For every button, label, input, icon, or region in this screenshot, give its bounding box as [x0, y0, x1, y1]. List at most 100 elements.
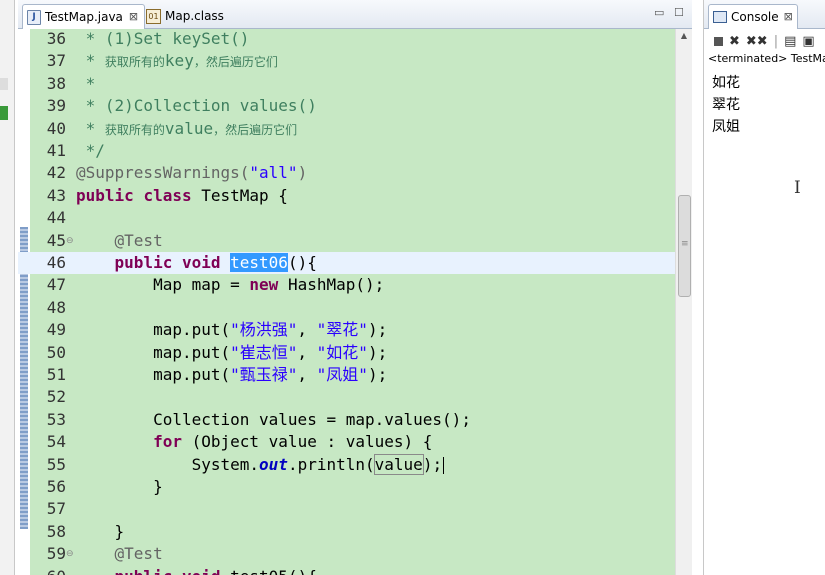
- code-text: @Test: [76, 230, 163, 252]
- toolbar-separator: |: [773, 33, 779, 49]
- code-line[interactable]: 60 public void test05(){: [18, 566, 692, 575]
- code-token: public: [114, 253, 173, 272]
- code-line[interactable]: 59 ⊖ @Test: [18, 543, 692, 565]
- code-line[interactable]: 40 * 获取所有的value，然后遍历它们: [18, 118, 692, 140]
- code-token: "甄玉禄": [230, 365, 298, 384]
- fold-toggle-icon[interactable]: ⊖: [66, 230, 74, 252]
- code-token: public: [115, 567, 173, 575]
- code-line[interactable]: 54 for (Object value : values) {: [18, 431, 692, 453]
- code-line[interactable]: 51 map.put("甄玉禄", "凤姐");: [18, 364, 692, 386]
- code-line[interactable]: 47 Map map = new HashMap();: [18, 274, 692, 296]
- scroll-grip-icon: ≡: [681, 239, 689, 249]
- code-line[interactable]: 52: [18, 386, 692, 408]
- line-number: 59: [46, 544, 66, 564]
- code-text: * 获取所有的key，然后遍历它们: [76, 50, 278, 73]
- terminate-icon[interactable]: [714, 36, 723, 46]
- code-line[interactable]: 37 * 获取所有的key，然后遍历它们: [18, 50, 692, 72]
- code-token: map.put(: [76, 342, 231, 362]
- pin-console-icon[interactable]: ▣: [802, 34, 814, 49]
- code-text: * (1)Set keySet(): [76, 29, 250, 50]
- code-line[interactable]: 58 }: [18, 521, 692, 543]
- code-token: * (2)Collection values(): [76, 96, 317, 116]
- code-token: ,: [297, 342, 317, 362]
- code-token: "杨洪强": [230, 320, 298, 340]
- console-toolbar: ✖ ✖✖ | ▤ ▣: [714, 32, 815, 50]
- code-line[interactable]: 56 }: [18, 476, 692, 498]
- code-text: * (2)Collection values(): [76, 95, 317, 117]
- code-line[interactable]: 48: [18, 297, 692, 319]
- console-output-line: 如花: [712, 75, 740, 91]
- code-token: );: [367, 342, 388, 362]
- editor-tabbar: J TestMap.java ⊠ 01 Map.class ▭ ☐: [18, 0, 692, 29]
- line-number: 50: [46, 342, 66, 362]
- code-area[interactable]: 36 * (1)Set keySet() 37 * 获取所有的key，然后遍历它们…: [18, 29, 692, 575]
- tab-map-class[interactable]: 01 Map.class: [146, 4, 224, 28]
- tab-testmap-java[interactable]: J TestMap.java ⊠: [22, 4, 146, 29]
- code-text: }: [76, 521, 125, 543]
- mouse-cursor-ibeam-icon: I: [794, 178, 801, 198]
- code-token: map: [191, 275, 221, 295]
- code-token: test05(){: [221, 567, 317, 575]
- code-token: Collection values = map.values();: [76, 409, 471, 429]
- close-tab-icon[interactable]: ⊠: [129, 5, 138, 29]
- code-line[interactable]: 49 map.put("杨洪强", "翠花");: [18, 319, 692, 341]
- code-token: value: [164, 118, 214, 138]
- code-text: }: [76, 476, 163, 498]
- line-number: 41: [46, 141, 66, 160]
- code-token: * (1)Set keySet(): [76, 29, 250, 48]
- code-token: );: [367, 365, 388, 384]
- left-strip-marker: [0, 78, 8, 90]
- code-token: "all": [249, 163, 298, 183]
- tab-console[interactable]: Console ⊠: [708, 4, 798, 29]
- vertical-scrollbar[interactable]: ▲ ≡: [675, 29, 692, 575]
- code-line[interactable]: 38 *: [18, 73, 692, 95]
- code-text: @SuppressWarnings("all"): [76, 162, 307, 184]
- code-line[interactable]: 46 public void test06(){: [18, 252, 692, 275]
- code-token: (Object value : values) {: [181, 432, 433, 452]
- code-token: "如花": [316, 342, 368, 362]
- code-token: "崔志恒": [230, 342, 298, 362]
- code-line[interactable]: 44: [18, 207, 692, 229]
- code-token: =: [220, 275, 250, 295]
- maximize-icon[interactable]: ☐: [674, 6, 684, 19]
- code-text: System.out.println(value);: [76, 453, 445, 476]
- code-line[interactable]: 45 ⊖ @Test: [18, 230, 692, 252]
- code-token: TestMap {: [191, 185, 288, 205]
- code-editor: J TestMap.java ⊠ 01 Map.class ▭ ☐ 36 * (…: [18, 0, 692, 575]
- code-token: out: [259, 454, 288, 474]
- code-token: System.: [76, 454, 260, 474]
- code-line[interactable]: 50 map.put("崔志恒", "如花");: [18, 342, 692, 364]
- tab-label: TestMap.java: [45, 10, 123, 24]
- code-line[interactable]: 43 public class TestMap {: [18, 185, 692, 207]
- code-line[interactable]: 36 * (1)Set keySet(): [18, 29, 692, 50]
- close-console-icon[interactable]: ⊠: [784, 5, 793, 29]
- fold-toggle-icon[interactable]: ⊖: [66, 543, 74, 565]
- scroll-up-arrow-icon[interactable]: ▲: [676, 31, 692, 40]
- code-token: HashMap();: [278, 275, 385, 295]
- code-token: @SuppressWarnings(: [76, 163, 250, 183]
- clear-console-icon[interactable]: ▤: [784, 34, 796, 49]
- code-text: for (Object value : values) {: [76, 431, 432, 453]
- code-line[interactable]: 42 @SuppressWarnings("all"): [18, 162, 692, 184]
- code-line[interactable]: 41 */: [18, 140, 692, 162]
- line-number: 47: [46, 275, 66, 295]
- code-line[interactable]: 53 Collection values = map.values();: [18, 409, 692, 431]
- line-number: 44: [46, 208, 66, 228]
- code-token: );: [422, 454, 443, 474]
- code-token: class: [143, 185, 192, 205]
- code-line[interactable]: 57: [18, 498, 692, 520]
- text-caret: [443, 456, 445, 474]
- left-panel-strip: [0, 0, 15, 575]
- minimize-icon[interactable]: ▭: [654, 6, 664, 19]
- console-tab-label: Console: [731, 10, 779, 24]
- remove-launch-icon[interactable]: ✖: [729, 34, 740, 49]
- code-line[interactable]: 39 * (2)Collection values(): [18, 95, 692, 117]
- code-text: *: [76, 73, 96, 95]
- remove-all-launches-icon[interactable]: ✖✖: [746, 34, 768, 49]
- code-line[interactable]: 55 System.out.println(value);: [18, 453, 692, 476]
